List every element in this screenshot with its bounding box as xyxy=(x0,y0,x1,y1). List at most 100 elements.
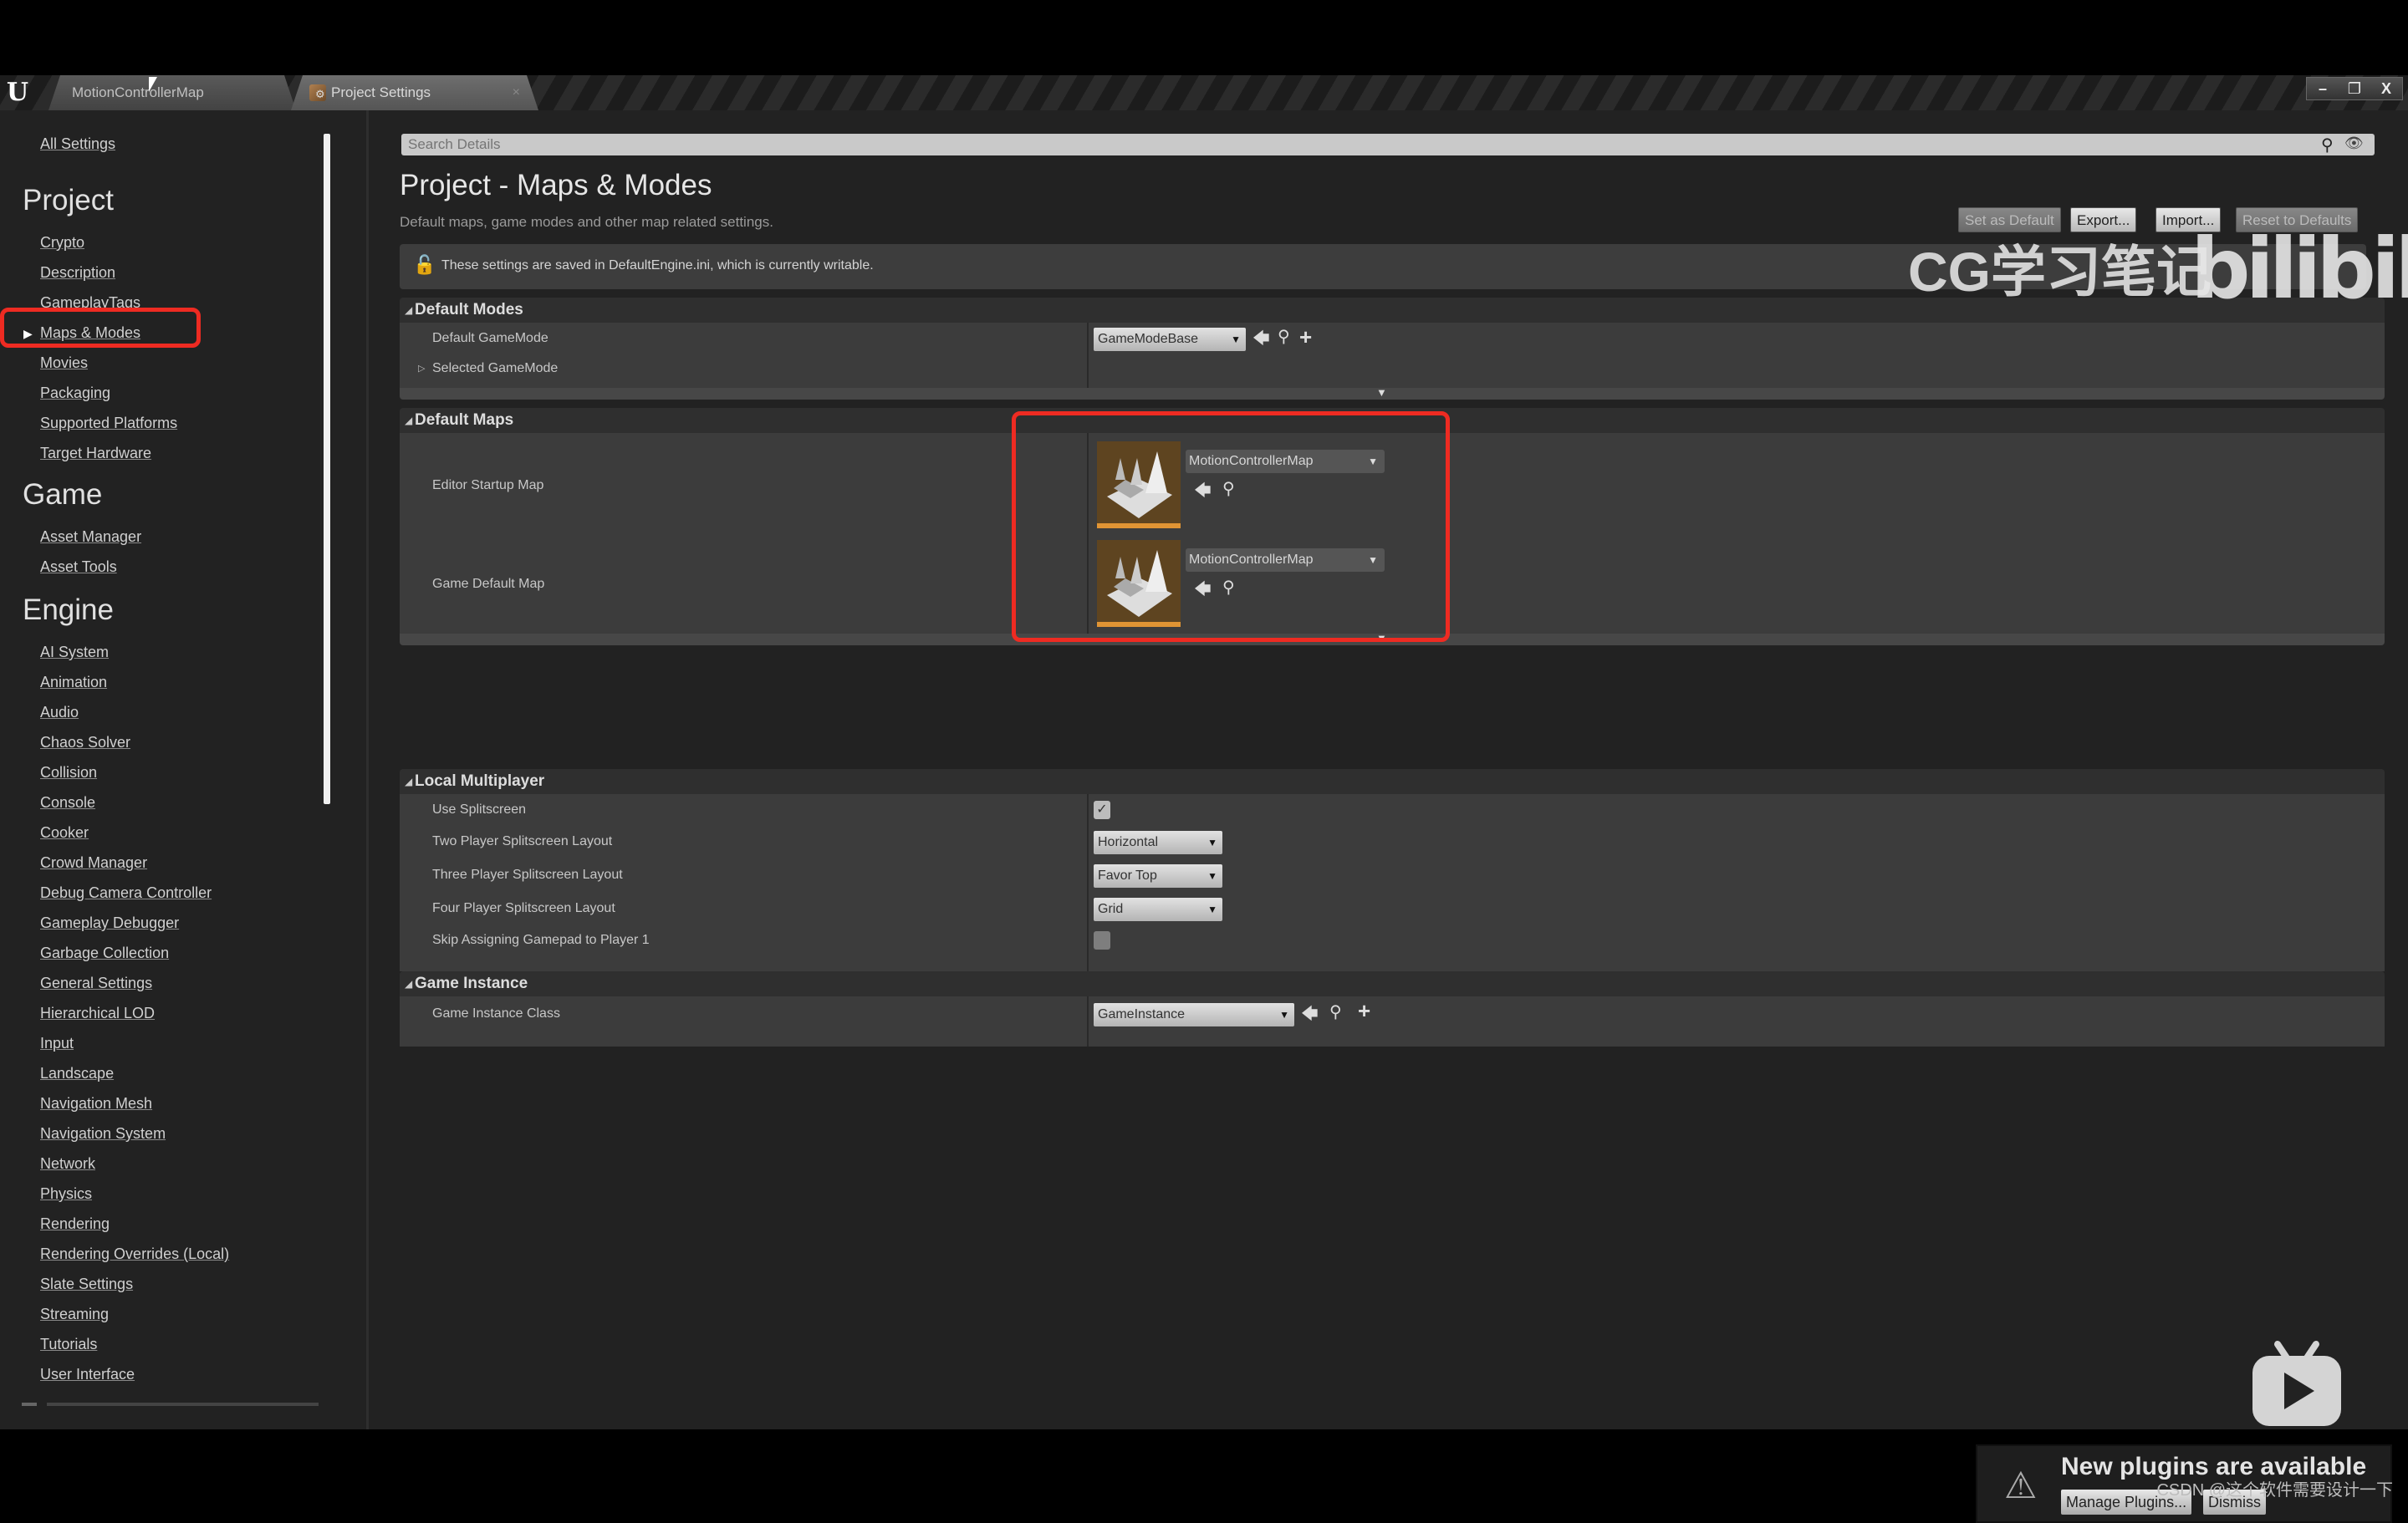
column-splitter[interactable] xyxy=(1087,996,1089,1047)
sidebar-item-hierarchical-lod[interactable]: Hierarchical LOD xyxy=(40,1005,155,1022)
default-gamemode-combo[interactable]: GameModeBase ▼ xyxy=(1094,328,1246,351)
tab-project-settings[interactable]: Project Settings × xyxy=(291,75,538,110)
prop-label: Three Player Splitscreen Layout xyxy=(432,868,623,882)
three-player-layout-combo[interactable]: Favor Top ▼ xyxy=(1094,864,1222,888)
sidebar-item-packaging[interactable]: Packaging xyxy=(40,385,110,402)
add-new-plus-icon[interactable]: + xyxy=(1358,998,1370,1024)
sidebar-item-physics[interactable]: Physics xyxy=(40,1185,92,1203)
sidebar-item-general-settings[interactable]: General Settings xyxy=(40,975,152,992)
sidebar-item-tutorials[interactable]: Tutorials xyxy=(40,1336,97,1353)
warning-icon: ⚠ xyxy=(2004,1465,2038,1506)
sidebar-item-description[interactable]: Description xyxy=(40,264,115,282)
prop-label: Editor Startup Map xyxy=(432,478,544,492)
sidebar-item-maps-modes[interactable]: Maps & Modes xyxy=(40,324,140,342)
sidebar-section-engine: Engine xyxy=(23,593,114,626)
sidebar-item-audio[interactable]: Audio xyxy=(40,704,79,721)
sidebar-item-asset-tools[interactable]: Asset Tools xyxy=(40,558,117,576)
prop-label: Use Splitscreen xyxy=(432,802,527,817)
sidebar-item-landscape[interactable]: Landscape xyxy=(40,1065,114,1082)
sidebar-item-supported-platforms[interactable]: Supported Platforms xyxy=(40,415,177,432)
sidebar-item-gameplaytags[interactable]: GameplayTags xyxy=(40,294,140,312)
sidebar-item-garbage-collection[interactable]: Garbage Collection xyxy=(40,945,169,962)
game-default-map-combo[interactable]: MotionControllerMap ▼ xyxy=(1186,548,1385,572)
game-default-map-thumbnail[interactable] xyxy=(1097,540,1181,627)
four-player-layout-combo[interactable]: Grid ▼ xyxy=(1094,898,1222,921)
sidebar-section-project: Project xyxy=(23,184,114,216)
project-settings-window: All Settings Project Crypto Description Gam… xyxy=(0,110,2408,1523)
sidebar-item-navigation-system[interactable]: Navigation System xyxy=(40,1125,166,1143)
sidebar-item-console[interactable]: Console xyxy=(40,794,95,812)
sidebar-item-chaos-solver[interactable]: Chaos Solver xyxy=(40,734,130,751)
sidebar-item-user-interface[interactable]: User Interface xyxy=(40,1366,135,1383)
column-splitter[interactable] xyxy=(1087,794,1089,971)
sidebar-item-gameplay-debugger[interactable]: Gameplay Debugger xyxy=(40,914,179,932)
restore-button[interactable]: ❐ xyxy=(2339,78,2370,99)
credit-text: CSDN @这个软件需要设计一下 xyxy=(2156,1481,2393,1500)
category-title: Local Multiplayer xyxy=(415,772,545,790)
prop-label: Four Player Splitscreen Layout xyxy=(432,901,615,915)
game-instance-class-combo[interactable]: GameInstance ▼ xyxy=(1094,1003,1294,1026)
use-selected-arrow-icon[interactable]: 🡄 xyxy=(1194,577,1212,605)
browse-search-icon[interactable]: ⚲ xyxy=(1222,478,1235,499)
use-selected-arrow-icon[interactable]: 🡄 xyxy=(1252,326,1270,354)
advanced-toggle[interactable]: ▼ xyxy=(400,632,2385,645)
column-splitter[interactable] xyxy=(1087,433,1089,634)
prop-label: Game Instance Class xyxy=(432,1006,560,1021)
sidebar-item-collision[interactable]: Collision xyxy=(40,764,97,782)
category-header[interactable]: ◢ Game Instance xyxy=(400,971,2385,996)
search-icon: ⚲ xyxy=(2321,136,2334,155)
category-header[interactable]: ◢ Local Multiplayer xyxy=(400,769,2385,794)
sidebar-item-rendering[interactable]: Rendering xyxy=(40,1215,110,1233)
sidebar-item-navigation-mesh[interactable]: Navigation Mesh xyxy=(40,1095,152,1113)
sidebar-item-asset-manager[interactable]: Asset Manager xyxy=(40,528,141,546)
sidebar-item-crowd-manager[interactable]: Crowd Manager xyxy=(40,854,147,872)
view-options-eye-icon[interactable]: 👁 xyxy=(2344,135,2364,152)
sidebar-all-settings[interactable]: All Settings xyxy=(40,135,115,153)
close-tab-icon[interactable]: × xyxy=(513,75,520,110)
use-splitscreen-checkbox[interactable]: ✓ xyxy=(1094,801,1110,819)
browse-search-icon[interactable]: ⚲ xyxy=(1329,1001,1342,1022)
sidebar-item-network[interactable]: Network xyxy=(40,1155,95,1173)
editor-startup-map-combo[interactable]: MotionControllerMap ▼ xyxy=(1186,450,1385,473)
advanced-toggle[interactable]: ▼ xyxy=(400,386,2385,400)
browse-search-icon[interactable]: ⚲ xyxy=(1222,577,1235,598)
expand-triangle-icon[interactable]: ▷ xyxy=(418,363,425,374)
two-player-layout-combo[interactable]: Horizontal ▼ xyxy=(1094,831,1222,854)
add-new-plus-icon[interactable]: + xyxy=(1299,324,1312,350)
chevron-down-icon: ▼ xyxy=(1207,870,1217,882)
tab-level-editor[interactable]: MotionControllerMap xyxy=(48,75,296,110)
sidebar-item-ai-system[interactable]: AI System xyxy=(40,644,109,661)
sidebar-item-animation[interactable]: Animation xyxy=(40,674,107,691)
collapse-triangle-icon: ◢ xyxy=(405,776,413,787)
sidebar-item-cooker[interactable]: Cooker xyxy=(40,824,89,842)
sidebar-item-slate-settings[interactable]: Slate Settings xyxy=(40,1276,133,1293)
column-splitter[interactable] xyxy=(1087,323,1089,388)
chevron-down-icon: ▼ xyxy=(1207,837,1217,848)
sidebar-item-rendering-overrides-local[interactable]: Rendering Overrides (Local) xyxy=(40,1245,229,1263)
tab-label: MotionControllerMap xyxy=(72,84,204,100)
minimize-button[interactable]: – xyxy=(2307,78,2339,99)
close-window-button[interactable]: X xyxy=(2370,78,2402,99)
category-header[interactable]: ◢ Default Maps xyxy=(400,408,2385,433)
browse-search-icon[interactable]: ⚲ xyxy=(1278,326,1290,347)
bilibili-logo: bilibili xyxy=(2191,220,2408,318)
prop-label: Default GameMode xyxy=(432,331,548,345)
prop-label[interactable]: Selected GameMode xyxy=(432,361,558,376)
skip-gamepad-checkbox[interactable] xyxy=(1094,931,1110,950)
sidebar-scrollbar[interactable] xyxy=(324,134,330,804)
search-details-input[interactable] xyxy=(401,134,2375,155)
sidebar-item-crypto[interactable]: Crypto xyxy=(40,234,84,252)
unreal-logo-icon[interactable]: U xyxy=(3,79,32,107)
sidebar-item-debug-camera-controller[interactable]: Debug Camera Controller xyxy=(40,884,212,902)
sidebar-item-input[interactable]: Input xyxy=(40,1035,74,1052)
splitter[interactable] xyxy=(366,110,369,1429)
chevron-down-icon: ▼ xyxy=(1368,554,1378,566)
sidebar-item-target-hardware[interactable]: Target Hardware xyxy=(40,445,151,462)
sidebar-item-streaming[interactable]: Streaming xyxy=(40,1306,109,1323)
editor-startup-map-thumbnail[interactable] xyxy=(1097,441,1181,528)
use-selected-arrow-icon[interactable]: 🡄 xyxy=(1194,478,1212,507)
tab-label: Project Settings xyxy=(331,84,431,100)
chevron-down-icon[interactable]: ▼ xyxy=(2366,134,2376,145)
sidebar-item-movies[interactable]: Movies xyxy=(40,354,88,372)
use-selected-arrow-icon[interactable]: 🡄 xyxy=(1301,1001,1319,1030)
